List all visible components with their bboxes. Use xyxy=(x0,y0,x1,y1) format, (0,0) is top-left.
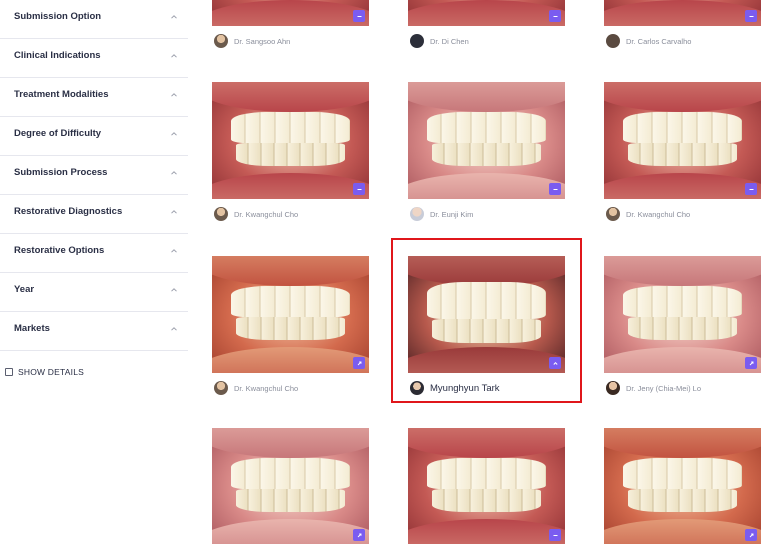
filter-year[interactable]: Year xyxy=(0,272,188,312)
avatar xyxy=(214,381,228,395)
minus-icon[interactable] xyxy=(549,529,561,541)
chevron-up-icon xyxy=(171,54,177,58)
case-photo[interactable] xyxy=(212,0,369,26)
chevron-up-icon xyxy=(171,288,177,292)
chevron-up-icon xyxy=(171,171,177,175)
doctor-name[interactable]: Dr. Di Chen xyxy=(430,37,469,46)
show-details-label: SHOW DETAILS xyxy=(18,367,85,377)
filter-label: Clinical Indications xyxy=(14,50,101,61)
chevron-up-icon xyxy=(171,93,177,97)
filter-treatment-modalities[interactable]: Treatment Modalities xyxy=(0,77,188,117)
filter-markets[interactable]: Markets xyxy=(0,311,188,351)
show-details-checkbox[interactable] xyxy=(5,368,13,376)
doctor-info: Dr. Sangsoo Ahn xyxy=(214,33,290,49)
chevron-up-icon xyxy=(171,249,177,253)
chevron-up-icon xyxy=(171,210,177,214)
minus-icon[interactable] xyxy=(745,183,757,195)
case-photo[interactable] xyxy=(408,428,565,544)
chevron-up-icon xyxy=(171,327,177,331)
chevron-up-icon[interactable] xyxy=(549,357,561,369)
filter-label: Treatment Modalities xyxy=(14,89,109,100)
filter-label: Submission Option xyxy=(14,11,102,22)
chevron-up-icon xyxy=(171,132,177,136)
expand-icon[interactable] xyxy=(353,529,365,541)
minus-icon[interactable] xyxy=(353,10,365,22)
filter-label: Restorative Diagnostics xyxy=(14,206,123,217)
doctor-info: Dr. Kwangchul Cho xyxy=(214,206,298,222)
doctor-info: Dr. Eunji Kim xyxy=(410,206,473,222)
expand-icon[interactable] xyxy=(745,357,757,369)
filter-label: Restorative Options xyxy=(14,245,105,256)
doctor-name[interactable]: Dr. Jeny (Chia-Mei) Lo xyxy=(626,384,701,393)
avatar xyxy=(410,34,424,48)
page: Submission Option Clinical Indications T… xyxy=(0,0,773,544)
case-photo[interactable] xyxy=(408,0,565,26)
case-photo[interactable] xyxy=(212,428,369,544)
doctor-info: Myunghyun Tark xyxy=(410,380,500,396)
doctor-info: Dr. Di Chen xyxy=(410,33,469,49)
minus-icon[interactable] xyxy=(745,10,757,22)
filter-label: Submission Process xyxy=(14,167,108,178)
filter-submission-option[interactable]: Submission Option xyxy=(0,0,188,39)
doctor-name[interactable]: Dr. Kwangchul Cho xyxy=(234,384,298,393)
avatar xyxy=(606,34,620,48)
filter-restorative-options[interactable]: Restorative Options xyxy=(0,233,188,273)
minus-icon[interactable] xyxy=(549,183,561,195)
minus-icon[interactable] xyxy=(549,10,561,22)
case-photo[interactable] xyxy=(408,82,565,199)
filter-restorative-diagnostics[interactable]: Restorative Diagnostics xyxy=(0,194,188,234)
avatar xyxy=(214,207,228,221)
case-photo[interactable] xyxy=(212,82,369,199)
filter-submission-process[interactable]: Submission Process xyxy=(0,155,188,195)
doctor-name[interactable]: Dr. Sangsoo Ahn xyxy=(234,37,290,46)
filter-label: Year xyxy=(14,284,35,295)
filter-degree-of-difficulty[interactable]: Degree of Difficulty xyxy=(0,116,188,156)
avatar xyxy=(410,381,424,395)
avatar xyxy=(410,207,424,221)
doctor-name[interactable]: Dr. Kwangchul Cho xyxy=(234,210,298,219)
doctor-name[interactable]: Myunghyun Tark xyxy=(430,383,500,394)
minus-icon[interactable] xyxy=(353,183,365,195)
avatar xyxy=(214,34,228,48)
doctor-info: Dr. Carlos Carvalho xyxy=(606,33,691,49)
case-photo[interactable] xyxy=(604,82,761,199)
filter-clinical-indications[interactable]: Clinical Indications xyxy=(0,38,188,78)
case-photo[interactable] xyxy=(604,0,761,26)
expand-icon[interactable] xyxy=(745,529,757,541)
case-photo[interactable] xyxy=(604,256,761,373)
doctor-info: Dr. Jeny (Chia-Mei) Lo xyxy=(606,380,701,396)
doctor-name[interactable]: Dr. Carlos Carvalho xyxy=(626,37,691,46)
doctor-info: Dr. Kwangchul Cho xyxy=(214,380,298,396)
doctor-name[interactable]: Dr. Eunji Kim xyxy=(430,210,473,219)
expand-icon[interactable] xyxy=(353,357,365,369)
case-photo[interactable] xyxy=(212,256,369,373)
chevron-up-icon xyxy=(171,15,177,19)
filter-label: Markets xyxy=(14,323,50,334)
avatar xyxy=(606,207,620,221)
show-details-toggle[interactable]: SHOW DETAILS xyxy=(5,366,84,378)
case-photo[interactable] xyxy=(408,256,565,373)
filter-label: Degree of Difficulty xyxy=(14,128,102,139)
avatar xyxy=(606,381,620,395)
case-photo[interactable] xyxy=(604,428,761,544)
doctor-info: Dr. Kwangchul Cho xyxy=(606,206,690,222)
doctor-name[interactable]: Dr. Kwangchul Cho xyxy=(626,210,690,219)
